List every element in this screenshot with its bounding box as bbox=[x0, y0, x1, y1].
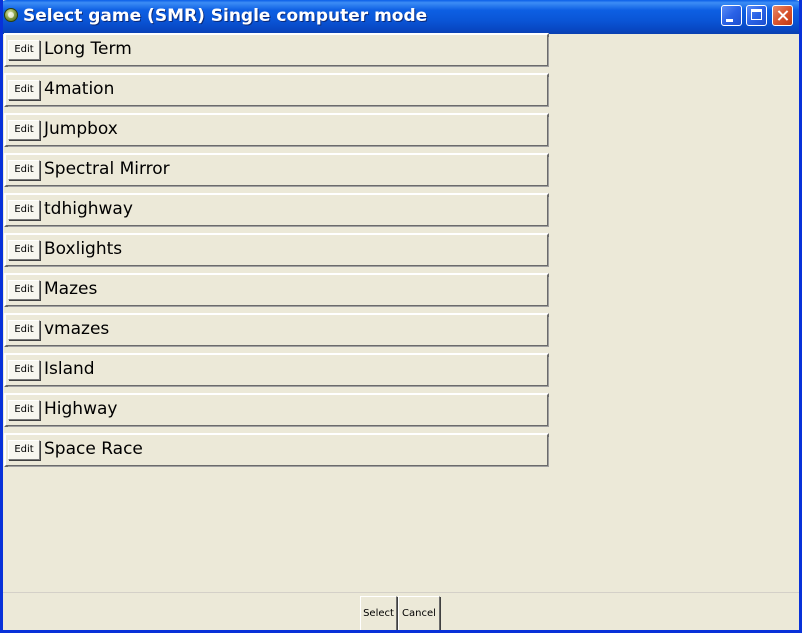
select-button[interactable]: Select bbox=[360, 596, 397, 630]
edit-button[interactable]: Edit bbox=[8, 240, 40, 260]
title-bar[interactable]: Select game (SMR) Single computer mode bbox=[3, 0, 799, 34]
game-row-island[interactable]: Edit Island bbox=[4, 353, 549, 387]
game-name: Mazes bbox=[44, 279, 98, 299]
edit-button[interactable]: Edit bbox=[8, 40, 40, 60]
window-title: Select game (SMR) Single computer mode bbox=[23, 6, 428, 26]
edit-button[interactable]: Edit bbox=[8, 280, 40, 300]
game-row-vmazes[interactable]: Edit vmazes bbox=[4, 313, 549, 347]
game-row-4mation[interactable]: Edit 4mation bbox=[4, 73, 549, 107]
game-row-long-term[interactable]: Edit Long Term bbox=[4, 33, 549, 67]
edit-button[interactable]: Edit bbox=[8, 400, 40, 420]
edit-button[interactable]: Edit bbox=[8, 80, 40, 100]
minimize-button[interactable] bbox=[721, 5, 742, 26]
game-name: Highway bbox=[44, 399, 118, 419]
game-row-highway[interactable]: Edit Highway bbox=[4, 393, 549, 427]
cancel-button[interactable]: Cancel bbox=[398, 596, 440, 630]
app-icon bbox=[4, 8, 18, 22]
game-row-space-race[interactable]: Edit Space Race bbox=[4, 433, 549, 467]
game-name: Jumpbox bbox=[44, 119, 118, 139]
edit-button[interactable]: Edit bbox=[8, 440, 40, 460]
dialog-button-bar: Select Cancel bbox=[3, 592, 799, 630]
close-button[interactable] bbox=[772, 5, 793, 26]
game-row-jumpbox[interactable]: Edit Jumpbox bbox=[4, 113, 549, 147]
game-name: Boxlights bbox=[44, 239, 123, 259]
edit-button[interactable]: Edit bbox=[8, 200, 40, 220]
edit-button[interactable]: Edit bbox=[8, 360, 40, 380]
edit-button[interactable]: Edit bbox=[8, 320, 40, 340]
game-name: Long Term bbox=[44, 39, 132, 59]
game-row-spectral-mirror[interactable]: Edit Spectral Mirror bbox=[4, 153, 549, 187]
game-name: vmazes bbox=[44, 319, 110, 339]
game-name: Spectral Mirror bbox=[44, 159, 170, 179]
game-name: tdhighway bbox=[44, 199, 133, 219]
game-name: 4mation bbox=[44, 79, 115, 99]
game-name: Space Race bbox=[44, 439, 143, 459]
edit-button[interactable]: Edit bbox=[8, 160, 40, 180]
edit-button[interactable]: Edit bbox=[8, 120, 40, 140]
game-select-window: Select game (SMR) Single computer mode E… bbox=[0, 0, 802, 633]
game-name: Island bbox=[44, 359, 95, 379]
game-row-boxlights[interactable]: Edit Boxlights bbox=[4, 233, 549, 267]
game-row-tdhighway[interactable]: Edit tdhighway bbox=[4, 193, 549, 227]
maximize-button[interactable] bbox=[746, 5, 767, 26]
game-list: Edit Long Term Edit 4mation Edit Jumpbox… bbox=[4, 33, 549, 473]
game-row-mazes[interactable]: Edit Mazes bbox=[4, 273, 549, 307]
